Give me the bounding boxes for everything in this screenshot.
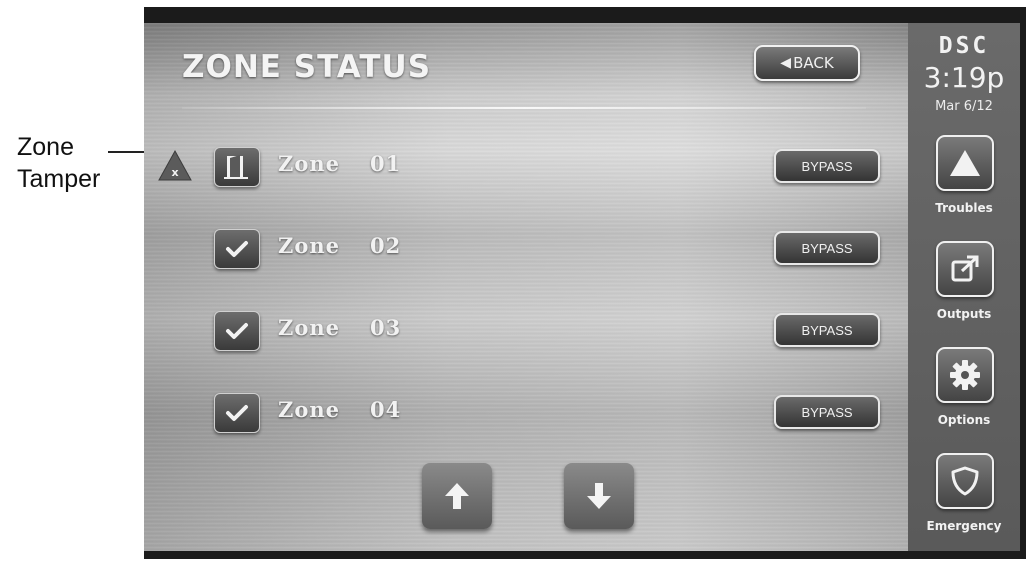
scroll-down-button[interactable] [564,463,634,529]
outputs-button[interactable] [936,241,994,297]
zone-number: 04 [370,397,402,422]
checkmark-icon[interactable] [214,229,260,269]
zone-number: 02 [370,233,402,258]
sidebar-item-outputs[interactable]: Outputs [908,307,1020,321]
shield-icon [951,466,979,496]
zone-row: Zone 04 BYPASS [144,391,908,437]
bypass-button[interactable]: BYPASS [774,231,880,265]
door-open-icon[interactable] [214,147,260,187]
sidebar-item-troubles[interactable]: Troubles [908,201,1020,215]
arrow-up-icon [445,483,469,509]
checkmark-icon[interactable] [214,393,260,433]
gear-icon [950,360,980,390]
zone-number: 03 [370,315,402,340]
bypass-button[interactable]: BYPASS [774,395,880,429]
external-link-icon [951,255,979,282]
zone-tamper-callout: Zone Tamper [17,131,100,195]
zone-status-screen: ZONE STATUS ◀ BACK x Zone 01 BYPASS Zone… [144,23,908,551]
zone-label: Zone [278,233,340,258]
zone-number: 01 [370,151,402,176]
zone-row: x Zone 01 BYPASS [144,145,908,191]
back-button-label: BACK [793,54,834,72]
tamper-warning-icon: x [158,149,192,181]
bypass-button[interactable]: BYPASS [774,313,880,347]
arrow-left-icon: ◀ [780,55,792,71]
warning-icon [950,150,980,176]
scroll-up-button[interactable] [422,463,492,529]
callout-area: Zone Tamper [4,7,160,559]
back-button[interactable]: ◀ BACK [754,45,860,81]
device-frame: Zone Tamper ZONE STATUS ◀ BACK x Zone 01… [4,7,1026,559]
zone-row: Zone 03 BYPASS [144,309,908,355]
svg-text:x: x [171,166,178,179]
clock-time: 3:19p [923,61,1005,94]
zone-label: Zone [278,151,340,176]
zone-label: Zone [278,397,340,422]
bypass-button[interactable]: BYPASS [774,149,880,183]
clock-date: Mar 6/12 [935,99,993,114]
sidebar: DSC 3:19p Mar 6/12 Troubles Outputs Opti… [908,23,1020,551]
sidebar-item-emergency[interactable]: Emergency [908,519,1020,533]
page-title: ZONE STATUS [182,49,432,85]
brand-logo: DSC [938,33,990,59]
arrow-down-icon [587,483,611,509]
sidebar-item-options[interactable]: Options [908,413,1020,427]
zone-row: Zone 02 BYPASS [144,227,908,273]
emergency-button[interactable] [936,453,994,509]
callout-line2: Tamper [17,165,101,193]
options-button[interactable] [936,347,994,403]
callout-line1: Zone [17,133,74,161]
zone-label: Zone [278,315,340,340]
header-divider [182,107,866,109]
troubles-button[interactable] [936,135,994,191]
checkmark-icon[interactable] [214,311,260,351]
